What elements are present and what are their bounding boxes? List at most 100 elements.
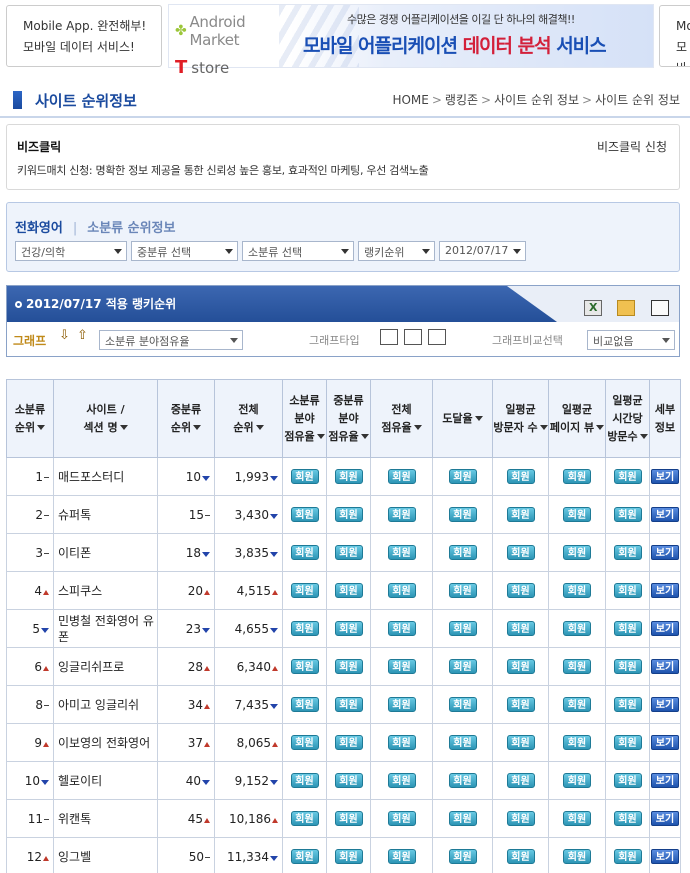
member-only-button[interactable]: 회원 bbox=[506, 697, 535, 712]
th-total-share[interactable]: 전체 점유율 bbox=[370, 379, 433, 458]
view-detail-button[interactable]: 보기 bbox=[651, 773, 679, 788]
sort-arrow-icon[interactable] bbox=[255, 425, 264, 430]
member-only-button[interactable]: 회원 bbox=[290, 659, 319, 674]
member-only-button[interactable]: 회원 bbox=[613, 773, 642, 788]
sort-arrow-icon[interactable] bbox=[193, 425, 202, 430]
graph-collapse-icon[interactable]: ⇩ bbox=[59, 328, 70, 343]
site-name-cell[interactable]: 헬로이티 bbox=[53, 761, 158, 800]
view-detail-button[interactable]: 보기 bbox=[651, 811, 679, 826]
breadcrumb-site-rank[interactable]: 사이트 순위 정보 bbox=[494, 93, 579, 107]
member-only-button[interactable]: 회원 bbox=[613, 621, 642, 636]
member-only-button[interactable]: 회원 bbox=[563, 621, 591, 636]
member-only-button[interactable]: 회원 bbox=[506, 849, 535, 864]
breadcrumb-rankzone[interactable]: 랭킹존 bbox=[445, 93, 478, 107]
member-only-button[interactable]: 회원 bbox=[613, 697, 642, 712]
ad-banner[interactable]: ✤ Android Market Tstore 수많은 경쟁 어플리케이션을 이길… bbox=[168, 4, 654, 78]
th-mid-share[interactable]: 중분류 분야 점유율 bbox=[326, 379, 371, 458]
save-icon[interactable] bbox=[617, 300, 635, 316]
member-only-button[interactable]: 회원 bbox=[448, 659, 477, 674]
member-only-button[interactable]: 회원 bbox=[563, 849, 591, 864]
excel-icon[interactable] bbox=[584, 300, 602, 316]
sort-arrow-icon[interactable] bbox=[639, 434, 648, 439]
date-select[interactable]: 2012/07/17 bbox=[439, 241, 526, 261]
member-only-button[interactable]: 회원 bbox=[448, 469, 477, 484]
ad-right[interactable]: Mob 모바 bbox=[659, 5, 690, 67]
member-only-button[interactable]: 회원 bbox=[613, 583, 642, 598]
member-only-button[interactable]: 회원 bbox=[563, 507, 591, 522]
member-only-button[interactable]: 회원 bbox=[448, 735, 477, 750]
member-only-button[interactable]: 회원 bbox=[387, 621, 416, 636]
member-only-button[interactable]: 회원 bbox=[334, 621, 363, 636]
member-only-button[interactable]: 회원 bbox=[334, 583, 363, 598]
th-minor-rank[interactable]: 소분류 순위 bbox=[6, 379, 54, 458]
view-detail-button[interactable]: 보기 bbox=[651, 507, 679, 522]
member-only-button[interactable]: 회원 bbox=[387, 849, 416, 864]
th-daily-visitors[interactable]: 일평균 방문자 수 bbox=[492, 379, 549, 458]
member-only-button[interactable]: 회원 bbox=[563, 659, 591, 674]
member-only-button[interactable]: 회원 bbox=[290, 735, 319, 750]
member-only-button[interactable]: 회원 bbox=[448, 697, 477, 712]
sort-arrow-icon[interactable] bbox=[474, 416, 483, 421]
ad-mobile-app[interactable]: Mobile App. 완전해부! 모바일 데이터 서비스! bbox=[6, 5, 162, 67]
th-reach[interactable]: 도달율 bbox=[432, 379, 493, 458]
member-only-button[interactable]: 회원 bbox=[448, 773, 477, 788]
member-only-button[interactable]: 회원 bbox=[290, 545, 319, 560]
view-detail-button[interactable]: 보기 bbox=[651, 659, 679, 674]
member-only-button[interactable]: 회원 bbox=[563, 545, 591, 560]
member-only-button[interactable]: 회원 bbox=[563, 735, 591, 750]
sort-arrow-icon[interactable] bbox=[316, 434, 325, 439]
bizclick-apply-link[interactable]: 비즈클릭 신청 bbox=[597, 138, 667, 155]
graph-metric-select[interactable]: 소분류 분야점유율 bbox=[99, 330, 243, 350]
site-name-cell[interactable]: 잉글리쉬프로 bbox=[53, 647, 158, 686]
member-only-button[interactable]: 회원 bbox=[387, 697, 416, 712]
mid-category-select[interactable]: 중분류 선택 bbox=[131, 241, 238, 261]
site-name-cell[interactable]: 슈퍼톡 bbox=[53, 495, 158, 534]
member-only-button[interactable]: 회원 bbox=[387, 507, 416, 522]
print-icon[interactable] bbox=[651, 300, 669, 316]
site-name-cell[interactable]: 매드포스터디 bbox=[53, 457, 158, 496]
member-only-button[interactable]: 회원 bbox=[290, 697, 319, 712]
member-only-button[interactable]: 회원 bbox=[334, 507, 363, 522]
view-detail-button[interactable]: 보기 bbox=[651, 735, 679, 750]
member-only-button[interactable]: 회원 bbox=[613, 735, 642, 750]
member-only-button[interactable]: 회원 bbox=[290, 621, 319, 636]
member-only-button[interactable]: 회원 bbox=[613, 659, 642, 674]
member-only-button[interactable]: 회원 bbox=[334, 849, 363, 864]
sort-arrow-icon[interactable] bbox=[413, 425, 422, 430]
member-only-button[interactable]: 회원 bbox=[448, 507, 477, 522]
view-detail-button[interactable]: 보기 bbox=[651, 545, 679, 560]
rank-type-select[interactable]: 랭키순위 bbox=[358, 241, 435, 261]
bar-chart-icon[interactable] bbox=[380, 329, 398, 345]
view-detail-button[interactable]: 보기 bbox=[651, 849, 679, 864]
member-only-button[interactable]: 회원 bbox=[290, 773, 319, 788]
sort-arrow-icon[interactable] bbox=[596, 425, 605, 430]
th-site-name[interactable]: 사이트 / 섹션 명 bbox=[53, 379, 158, 458]
member-only-button[interactable]: 회원 bbox=[506, 545, 535, 560]
member-only-button[interactable]: 회원 bbox=[613, 811, 642, 826]
line-chart-icon[interactable] bbox=[428, 329, 446, 345]
bizclick-description[interactable]: 키워드매치 신청: 명확한 정보 제공을 통한 신뢰성 높은 홍보, 효과적인 … bbox=[17, 162, 429, 178]
site-name-cell[interactable]: 이티폰 bbox=[53, 533, 158, 572]
member-only-button[interactable]: 회원 bbox=[334, 659, 363, 674]
sort-arrow-icon[interactable] bbox=[539, 425, 548, 430]
site-name-cell[interactable]: 잉그벨 bbox=[53, 837, 158, 873]
th-minor-share[interactable]: 소분류 분야 점유율 bbox=[282, 379, 327, 458]
member-only-button[interactable]: 회원 bbox=[448, 811, 477, 826]
member-only-button[interactable]: 회원 bbox=[613, 545, 642, 560]
member-only-button[interactable]: 회원 bbox=[387, 469, 416, 484]
member-only-button[interactable]: 회원 bbox=[290, 469, 319, 484]
member-only-button[interactable]: 회원 bbox=[334, 697, 363, 712]
view-detail-button[interactable]: 보기 bbox=[651, 697, 679, 712]
minor-category-select[interactable]: 소분류 선택 bbox=[242, 241, 354, 261]
major-category-select[interactable]: 건강/의학 bbox=[15, 241, 127, 261]
member-only-button[interactable]: 회원 bbox=[387, 811, 416, 826]
member-only-button[interactable]: 회원 bbox=[613, 849, 642, 864]
member-only-button[interactable]: 회원 bbox=[506, 621, 535, 636]
view-detail-button[interactable]: 보기 bbox=[651, 621, 679, 636]
member-only-button[interactable]: 회원 bbox=[506, 811, 535, 826]
horizontal-bar-chart-icon[interactable] bbox=[404, 329, 422, 345]
member-only-button[interactable]: 회원 bbox=[334, 735, 363, 750]
member-only-button[interactable]: 회원 bbox=[290, 849, 319, 864]
member-only-button[interactable]: 회원 bbox=[387, 735, 416, 750]
site-name-cell[interactable]: 스피쿠스 bbox=[53, 571, 158, 610]
